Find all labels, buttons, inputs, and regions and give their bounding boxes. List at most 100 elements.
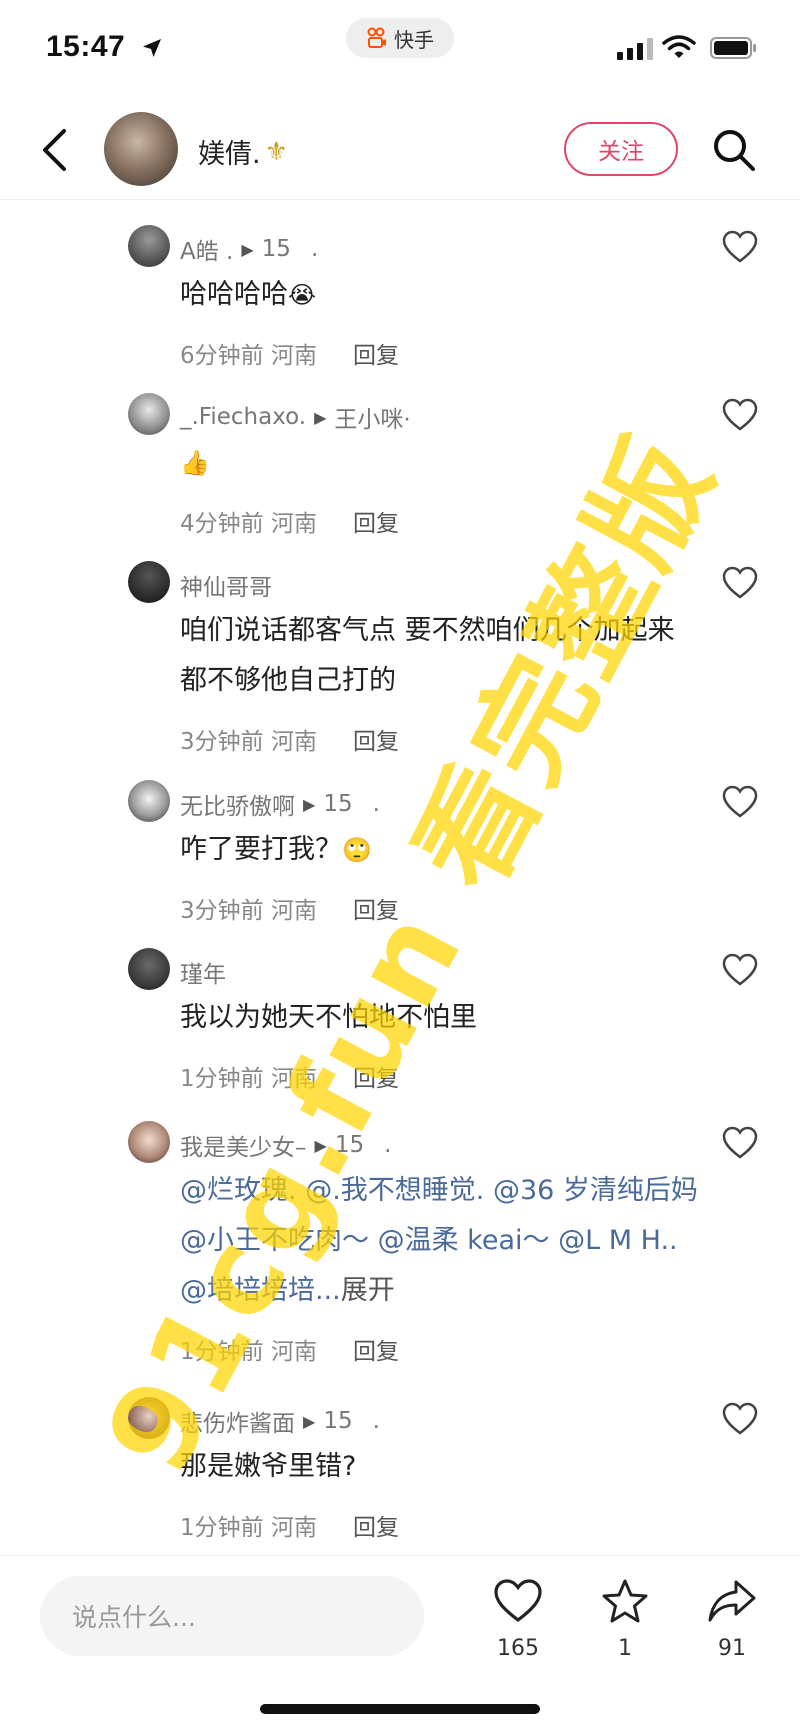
commenter-name[interactable]: A皓 . bbox=[180, 232, 233, 266]
mention-link[interactable]: @烂玫瑰. bbox=[180, 1175, 297, 1206]
comment-meta: 1分钟前 河南 回复 bbox=[180, 1059, 399, 1093]
name-suffix: . bbox=[310, 236, 319, 262]
bottom-action-bar: 说点什么... 165 1 91 bbox=[0, 1555, 800, 1733]
reply-arrow-icon: ▶ bbox=[314, 407, 327, 427]
thumbs-up-emoji-icon: 👍 bbox=[180, 449, 210, 477]
reply-target[interactable]: 15 bbox=[323, 1408, 352, 1434]
comment-time: 3分钟前 bbox=[180, 898, 264, 924]
comment-meta: 6分钟前 河南 回复 bbox=[180, 336, 399, 370]
mention-link[interactable]: @.我不想睡觉. bbox=[305, 1175, 484, 1206]
home-indicator[interactable] bbox=[260, 1704, 540, 1714]
comment-header: 神仙哥哥 bbox=[180, 568, 272, 602]
profile-header: 媄倩. ⚜ 关注 bbox=[0, 100, 800, 200]
avatar[interactable] bbox=[128, 1121, 170, 1163]
heart-icon[interactable] bbox=[722, 566, 758, 600]
heart-icon bbox=[494, 1579, 542, 1623]
reply-button[interactable]: 回复 bbox=[353, 722, 399, 756]
commenter-name[interactable]: 我是美少女– bbox=[180, 1128, 307, 1162]
comment-meta: 1分钟前 河南 回复 bbox=[180, 1332, 399, 1366]
reply-arrow-icon: ▶ bbox=[303, 794, 316, 814]
comment-time: 4分钟前 bbox=[180, 511, 264, 537]
mention-link[interactable]: @36 岁清纯后妈 bbox=[493, 1175, 698, 1206]
comment-location: 河南 bbox=[270, 1515, 317, 1541]
heart-icon[interactable] bbox=[722, 953, 758, 987]
battery-icon bbox=[710, 37, 756, 59]
comment-input[interactable]: 说点什么... bbox=[40, 1576, 424, 1656]
comment-time: 1分钟前 bbox=[180, 1339, 264, 1365]
share-arrow-icon bbox=[708, 1580, 756, 1622]
comment-header: 悲伤炸酱面 ▶ 15 . bbox=[180, 1404, 380, 1438]
comment-location: 河南 bbox=[270, 729, 317, 755]
commenter-name[interactable]: 无比骄傲啊 bbox=[180, 787, 295, 821]
reply-target[interactable]: 王小咪· bbox=[334, 400, 410, 434]
reply-button[interactable]: 回复 bbox=[353, 1332, 399, 1366]
commenter-name[interactable]: 悲伤炸酱面 bbox=[180, 1404, 295, 1438]
avatar[interactable] bbox=[128, 1397, 170, 1439]
heart-icon[interactable] bbox=[722, 785, 758, 819]
name-suffix: . bbox=[372, 1408, 380, 1434]
app-indicator[interactable]: 快手 bbox=[346, 18, 454, 58]
comment-text: 咋了要打我？🙄 bbox=[180, 825, 700, 875]
reply-button[interactable]: 回复 bbox=[353, 1508, 399, 1542]
avatar[interactable] bbox=[128, 225, 170, 267]
reply-target[interactable]: 15 bbox=[262, 236, 291, 262]
reply-button[interactable]: 回复 bbox=[353, 1059, 399, 1093]
comment-time: 6分钟前 bbox=[180, 343, 264, 369]
comment-text: 哈哈哈哈😭 bbox=[180, 270, 700, 320]
share-count: 91 bbox=[718, 1636, 746, 1661]
mention-link[interactable]: @小王不吃肉～ bbox=[180, 1225, 369, 1256]
avatar[interactable] bbox=[128, 561, 170, 603]
heart-icon[interactable] bbox=[722, 1126, 758, 1160]
comment-time: 1分钟前 bbox=[180, 1515, 264, 1541]
username[interactable]: 媄倩. ⚜ bbox=[198, 132, 288, 171]
avatar[interactable] bbox=[128, 780, 170, 822]
reply-arrow-icon: ▶ bbox=[303, 1411, 316, 1431]
collect-count: 1 bbox=[618, 1636, 632, 1661]
reply-button[interactable]: 回复 bbox=[353, 891, 399, 925]
comment-location: 河南 bbox=[270, 343, 317, 369]
comment-text: 我以为她天不怕地不怕里 bbox=[180, 1002, 477, 1033]
comment-meta: 4分钟前 河南 回复 bbox=[180, 504, 399, 538]
commenter-name[interactable]: 瑾年 bbox=[180, 955, 226, 989]
like-button[interactable]: 165 bbox=[478, 1578, 558, 1661]
mention-link[interactable]: @L M H.. bbox=[558, 1225, 678, 1256]
back-button[interactable] bbox=[34, 124, 74, 176]
expand-button[interactable]: 展开 bbox=[341, 1275, 395, 1306]
mention-link[interactable]: @培培培培... bbox=[180, 1275, 341, 1306]
comment-list[interactable]: A皓 . ▶ 15 . 哈哈哈哈😭 6分钟前 河南 回复 _.Fiechaxo.… bbox=[0, 200, 800, 1555]
status-bar: 15:47 快手 bbox=[0, 0, 800, 100]
comment-header: 无比骄傲啊 ▶ 15 . bbox=[180, 787, 380, 821]
heart-icon[interactable] bbox=[722, 398, 758, 432]
mention-link[interactable]: @温柔 keai～ bbox=[378, 1225, 550, 1256]
heart-icon[interactable] bbox=[722, 1402, 758, 1436]
commenter-name[interactable]: 神仙哥哥 bbox=[180, 568, 272, 602]
avatar[interactable] bbox=[128, 948, 170, 990]
wifi-icon bbox=[662, 35, 696, 58]
collect-button[interactable]: 1 bbox=[585, 1578, 665, 1661]
comment-header: _.Fiechaxo. ▶ 王小咪· bbox=[180, 400, 411, 434]
comment-location: 河南 bbox=[270, 1339, 317, 1365]
avatar[interactable] bbox=[128, 393, 170, 435]
reply-button[interactable]: 回复 bbox=[353, 336, 399, 370]
comment-header: A皓 . ▶ 15 . bbox=[180, 232, 318, 266]
comment-text: 👍 bbox=[180, 438, 700, 488]
chevron-left-icon bbox=[43, 129, 66, 171]
reply-target[interactable]: 15 bbox=[323, 791, 352, 817]
eye-roll-emoji-icon: 🙄 bbox=[342, 836, 372, 864]
share-button[interactable]: 91 bbox=[692, 1578, 772, 1661]
reply-arrow-icon: ▶ bbox=[314, 1135, 327, 1155]
comment-location: 河南 bbox=[270, 511, 317, 537]
comment-text: 咱们说话都客气点 要不然咱们几个加起来都不够他自己打的 bbox=[180, 615, 675, 696]
search-icon[interactable] bbox=[710, 126, 758, 174]
crying-laughing-emoji-icon: 😭 bbox=[288, 281, 317, 309]
comment-text: 那是嫩爷里错? bbox=[180, 1451, 357, 1482]
comment-meta: 1分钟前 河南 回复 bbox=[180, 1508, 399, 1542]
reply-target[interactable]: 15 bbox=[335, 1132, 364, 1158]
reply-button[interactable]: 回复 bbox=[353, 504, 399, 538]
avatar[interactable] bbox=[104, 112, 178, 186]
comment-text: @烂玫瑰. @.我不想睡觉. @36 岁清纯后妈 @小王不吃肉～ @温柔 kea… bbox=[180, 1166, 700, 1316]
commenter-name[interactable]: _.Fiechaxo. bbox=[180, 404, 306, 430]
follow-button[interactable]: 关注 bbox=[564, 122, 678, 176]
heart-icon[interactable] bbox=[722, 230, 758, 264]
reply-arrow-icon: ▶ bbox=[241, 239, 254, 259]
